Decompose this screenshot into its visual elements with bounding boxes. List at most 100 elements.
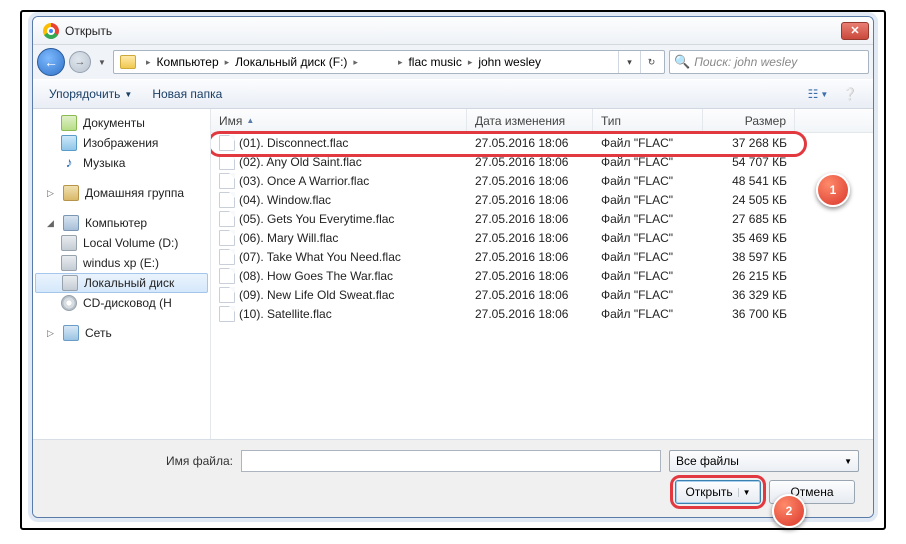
col-date[interactable]: Дата изменения	[467, 109, 593, 132]
sidebar-item-music[interactable]: ♪Музыка	[33, 153, 210, 173]
file-icon	[219, 154, 235, 170]
file-row[interactable]: (07). Take What You Need.flac27.05.2016 …	[211, 247, 873, 266]
file-type: Файл "FLAC"	[593, 250, 703, 264]
history-dropdown[interactable]: ▼	[95, 58, 109, 67]
drive-icon	[62, 275, 78, 291]
file-type: Файл "FLAC"	[593, 288, 703, 302]
file-name: (08). How Goes The War.flac	[239, 269, 393, 283]
sidebar-item-drive-f[interactable]: Локальный диск	[35, 273, 208, 293]
view-mode-button[interactable]: ☷▼	[803, 83, 833, 105]
file-size: 48 541 КБ	[703, 174, 795, 188]
drive-icon	[61, 235, 77, 251]
titlebar: Открыть ✕	[33, 17, 873, 45]
help-button[interactable]: ❔	[835, 83, 865, 105]
breadcrumb-seg[interactable]: Компьютер	[153, 51, 223, 73]
computer-icon	[63, 215, 79, 231]
close-button[interactable]: ✕	[841, 22, 869, 40]
new-folder-button[interactable]: Новая папка	[144, 85, 230, 103]
sidebar-item-homegroup[interactable]: ▷Домашняя группа	[33, 183, 210, 203]
breadcrumb-seg[interactable]	[360, 51, 396, 73]
file-row[interactable]: (04). Window.flac27.05.2016 18:06Файл "F…	[211, 190, 873, 209]
expand-icon[interactable]: ▷	[47, 328, 57, 339]
file-size: 35 469 КБ	[703, 231, 795, 245]
file-size: 26 215 КБ	[703, 269, 795, 283]
breadcrumb-seg[interactable]: Локальный диск (F:)	[231, 51, 351, 73]
file-icon	[219, 287, 235, 303]
chevron-right-icon[interactable]: ▸	[466, 57, 475, 68]
back-button[interactable]: ←	[37, 48, 65, 76]
file-row[interactable]: (05). Gets You Everytime.flac27.05.2016 …	[211, 209, 873, 228]
cd-icon	[61, 295, 77, 311]
sidebar-item-drive-e[interactable]: windus xp (E:)	[33, 253, 210, 273]
breadcrumb-seg[interactable]: flac music	[404, 51, 465, 73]
col-size[interactable]: Размер	[703, 109, 795, 132]
chrome-icon	[43, 23, 59, 39]
file-icon	[219, 211, 235, 227]
file-name: (06). Mary Will.flac	[239, 231, 338, 245]
refresh-button[interactable]: ↻	[640, 51, 662, 73]
col-name[interactable]: Имя▲	[211, 109, 467, 132]
sidebar-item-images[interactable]: Изображения	[33, 133, 210, 153]
sidebar-item-drive-d[interactable]: Local Volume (D:)	[33, 233, 210, 253]
expand-icon[interactable]: ▷	[47, 188, 57, 199]
nav-row: ← → ▼ ▸ Компьютер ▸ Локальный диск (F:) …	[33, 45, 873, 79]
file-row[interactable]: (01). Disconnect.flac 27.05.2016 18:06Фай…	[211, 133, 873, 152]
window-title: Открыть	[65, 24, 839, 38]
file-icon	[219, 249, 235, 265]
file-row[interactable]: (02). Any Old Saint.flac27.05.2016 18:06…	[211, 152, 873, 171]
breadcrumb-seg[interactable]: john wesley	[474, 51, 545, 73]
file-icon	[219, 306, 235, 322]
network-icon	[63, 325, 79, 341]
search-box[interactable]: 🔍 Поиск: john wesley	[669, 50, 869, 74]
file-icon	[219, 192, 235, 208]
file-type-filter[interactable]: Все файлы▼	[669, 450, 859, 472]
drive-icon	[61, 255, 77, 271]
chevron-right-icon[interactable]: ▸	[351, 57, 360, 68]
file-size: 27 685 КБ	[703, 212, 795, 226]
file-type: Файл "FLAC"	[593, 155, 703, 169]
file-row[interactable]: (09). New Life Old Sweat.flac27.05.2016 …	[211, 285, 873, 304]
folder-icon	[120, 55, 136, 69]
bottom-panel: Имя файла: Все файлы▼ Открыть▼ Отмена	[33, 439, 873, 517]
chevron-right-icon[interactable]: ▸	[144, 57, 153, 68]
col-type[interactable]: Тип	[593, 109, 703, 132]
annotation-callout-1: 1	[816, 173, 850, 207]
forward-button[interactable]: →	[69, 51, 91, 73]
chevron-right-icon[interactable]: ▸	[396, 57, 405, 68]
sidebar: Документы Изображения ♪Музыка ▷Домашняя …	[33, 109, 211, 439]
file-type: Файл "FLAC"	[593, 307, 703, 321]
collapse-icon[interactable]: ◢	[47, 218, 57, 229]
music-icon: ♪	[61, 155, 77, 171]
sidebar-item-cd[interactable]: CD-дисковод (H	[33, 293, 210, 313]
open-button[interactable]: Открыть▼	[675, 480, 761, 504]
address-bar[interactable]: ▸ Компьютер ▸ Локальный диск (F:) ▸ ▸ fl…	[113, 50, 665, 74]
filename-input[interactable]	[241, 450, 661, 472]
file-type: Файл "FLAC"	[593, 193, 703, 207]
file-date: 27.05.2016 18:06	[467, 136, 593, 150]
file-list: Имя▲ Дата изменения Тип Размер (01). Dis…	[211, 109, 873, 439]
file-row[interactable]: (08). How Goes The War.flac27.05.2016 18…	[211, 266, 873, 285]
file-icon	[219, 135, 235, 151]
file-name: (03). Once A Warrior.flac	[239, 174, 369, 188]
sidebar-item-documents[interactable]: Документы	[33, 113, 210, 133]
file-icon	[219, 268, 235, 284]
file-type: Файл "FLAC"	[593, 231, 703, 245]
file-date: 27.05.2016 18:06	[467, 174, 593, 188]
file-type: Файл "FLAC"	[593, 174, 703, 188]
file-row[interactable]: (10). Satellite.flac27.05.2016 18:06Файл…	[211, 304, 873, 323]
address-dropdown[interactable]: ▾	[618, 51, 640, 73]
toolbar: Упорядочить▼ Новая папка ☷▼ ❔	[33, 79, 873, 109]
chevron-right-icon[interactable]: ▸	[223, 57, 232, 68]
file-row[interactable]: (06). Mary Will.flac27.05.2016 18:06Файл…	[211, 228, 873, 247]
images-icon	[61, 135, 77, 151]
documents-icon	[61, 115, 77, 131]
file-name: (01). Disconnect.flac	[239, 136, 348, 150]
file-row[interactable]: (03). Once A Warrior.flac 27.05.2016 18:0…	[211, 171, 873, 190]
organize-button[interactable]: Упорядочить▼	[41, 85, 140, 103]
file-name: (07). Take What You Need.flac	[239, 250, 401, 264]
file-name: (04). Window.flac	[239, 193, 331, 207]
file-icon	[219, 230, 235, 246]
sidebar-item-network[interactable]: ▷Сеть	[33, 323, 210, 343]
sidebar-item-computer[interactable]: ◢Компьютер	[33, 213, 210, 233]
file-type: Файл "FLAC"	[593, 136, 703, 150]
